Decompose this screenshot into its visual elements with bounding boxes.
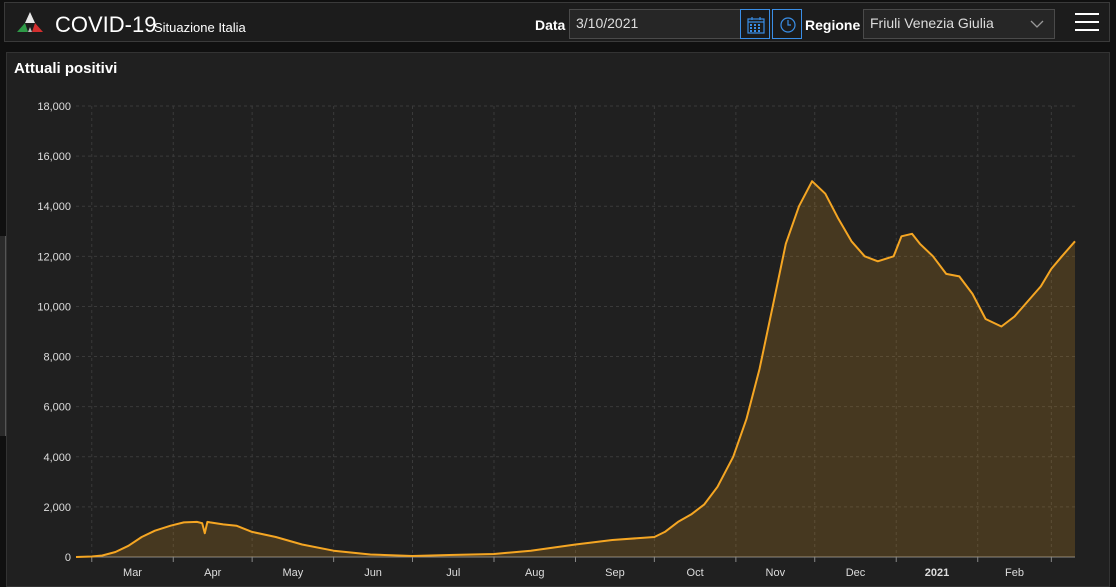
tricolor-drop-logo	[17, 12, 43, 32]
chevron-down-icon	[1030, 20, 1044, 28]
menu-bar	[1075, 29, 1099, 31]
region-label: Regione	[805, 17, 861, 33]
x-tick-label: Nov	[766, 567, 786, 579]
menu-bar	[1075, 13, 1099, 15]
y-tick-label: 16,000	[37, 151, 71, 163]
top-toolbar: COVID-19 Situazione Italia Data 3/10/202…	[4, 2, 1110, 42]
x-tick-label: Oct	[687, 567, 704, 579]
x-tick-label: Jul	[446, 567, 460, 579]
y-tick-label: 18,000	[37, 101, 71, 113]
y-tick-label: 6,000	[43, 402, 71, 414]
menu-bar	[1075, 21, 1099, 23]
y-tick-label: 14,000	[37, 201, 71, 213]
region-select-value: Friuli Venezia Giulia	[870, 15, 994, 31]
series-area	[76, 181, 1075, 557]
y-tick-label: 2,000	[43, 502, 71, 514]
x-tick-label: Mar	[123, 567, 142, 579]
x-tick-label: Aug	[525, 567, 545, 579]
hamburger-menu-icon[interactable]	[1075, 13, 1099, 33]
date-label: Data	[535, 17, 566, 33]
date-input[interactable]: 3/10/2021	[569, 9, 741, 39]
x-tick-label: Apr	[204, 567, 221, 579]
x-tick-label: Dec	[846, 567, 866, 579]
active-positives-chart: 0 2,000 4,000 6,000 8,000 10,000 12,000 14,000 1…	[37, 101, 1076, 579]
app-subtitle: Situazione Italia	[154, 20, 246, 35]
y-tick-label: 12,000	[37, 251, 71, 263]
chart-panel: Attuali positivi 0 2,000 4,000 6,000 8,000 10…	[6, 52, 1110, 587]
y-tick-label: 8,000	[43, 352, 71, 364]
x-tick-label: Jun	[364, 567, 382, 579]
clock-icon	[780, 17, 796, 33]
x-tick-label: Sep	[605, 567, 625, 579]
region-select[interactable]: Friuli Venezia Giulia	[863, 9, 1055, 39]
time-button[interactable]	[772, 9, 802, 39]
x-tick-label: Feb	[1005, 567, 1024, 579]
calendar-icon	[747, 17, 765, 34]
calendar-button[interactable]	[740, 9, 770, 39]
x-tick-label: May	[282, 567, 303, 579]
x-tick-label: 2021	[925, 567, 949, 579]
y-tick-label: 4,000	[43, 452, 71, 464]
y-tick-label: 0	[65, 552, 71, 564]
y-tick-label: 10,000	[37, 301, 71, 313]
app-title: COVID-19	[55, 12, 157, 37]
